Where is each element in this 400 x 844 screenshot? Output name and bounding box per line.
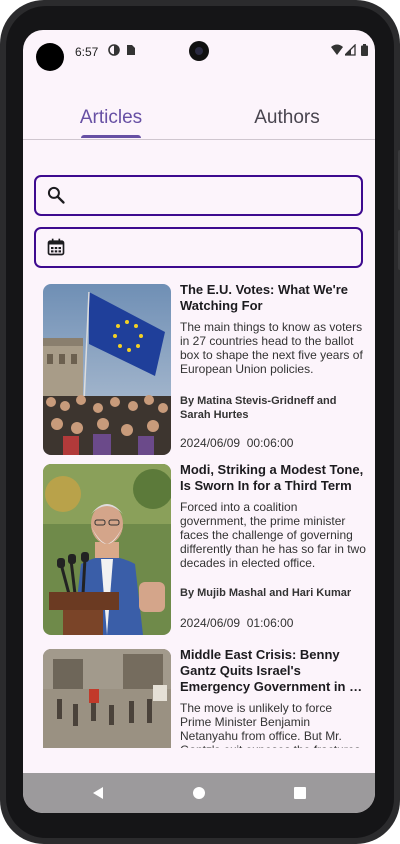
date-input[interactable] [76, 235, 350, 261]
system-navigation-bar [23, 773, 375, 813]
signal-icon [345, 44, 356, 56]
article-title-line: Emergency Government in D... [180, 679, 366, 694]
article-text: Middle East Crisis: Benny Gantz Quits Is… [180, 647, 366, 748]
article-description: Forced into a coalition government, the … [180, 500, 366, 570]
article-text: The E.U. Votes: What We're Watching For … [180, 282, 366, 376]
battery-icon [361, 44, 368, 56]
article-description: The main things to know as voters in 27 … [180, 320, 363, 376]
article-card[interactable]: Modi, Striking a Modest Tone, Is Sworn I… [43, 462, 368, 637]
search-icon [47, 186, 65, 204]
article-author: By Matina Stevis-Gridneff and Sarah Hurt… [180, 395, 337, 421]
search-field[interactable] [34, 175, 363, 216]
recents-icon [294, 787, 306, 799]
article-title: Modi, Striking a Modest Tone, Is Sworn I… [180, 462, 364, 493]
wifi-icon [331, 44, 343, 55]
home-icon [193, 787, 205, 799]
back-button[interactable] [67, 773, 127, 813]
front-sensor [36, 43, 64, 71]
data-saver-icon [108, 44, 120, 56]
recents-button[interactable] [270, 773, 330, 813]
back-icon [93, 787, 103, 799]
status-bar: 6:57 [23, 30, 375, 72]
sim-card-icon [127, 45, 135, 55]
article-thumbnail-gaza [43, 649, 171, 748]
search-input[interactable] [76, 183, 350, 209]
article-list[interactable]: The E.U. Votes: What We're Watching For … [23, 282, 375, 748]
article-title: The E.U. Votes: What We're Watching For [180, 282, 349, 313]
tab-indicator [81, 135, 141, 138]
article-title-line: Gantz Quits Israel's [180, 663, 301, 678]
article-title-line: Middle East Crisis: Benny [180, 647, 340, 662]
status-time: 6:57 [75, 45, 99, 59]
article-date: 2024/06/09 01:06:00 [180, 616, 294, 630]
tab-articles[interactable]: Articles [23, 102, 199, 138]
article-description: The move is unlikely to force Prime Mini… [180, 701, 360, 748]
phone-screen: 6:57 Articles Authors The E.U. Votes: Wh… [23, 30, 375, 813]
home-button[interactable] [169, 773, 229, 813]
article-thumbnail-modi [43, 464, 171, 635]
article-card[interactable]: The E.U. Votes: What We're Watching For … [43, 282, 368, 457]
front-camera [189, 41, 209, 61]
date-field[interactable] [34, 227, 363, 268]
article-date: 2024/06/09 00:06:00 [180, 436, 294, 450]
article-card[interactable]: Middle East Crisis: Benny Gantz Quits Is… [43, 647, 368, 748]
article-text: Modi, Striking a Modest Tone, Is Sworn I… [180, 462, 366, 570]
tab-bar: Articles Authors [23, 102, 375, 140]
calendar-icon [47, 238, 65, 256]
tab-authors[interactable]: Authors [199, 102, 375, 138]
article-author: By Mujib Mashal and Hari Kumar [180, 587, 352, 599]
article-thumbnail-eu-flag [43, 284, 171, 455]
